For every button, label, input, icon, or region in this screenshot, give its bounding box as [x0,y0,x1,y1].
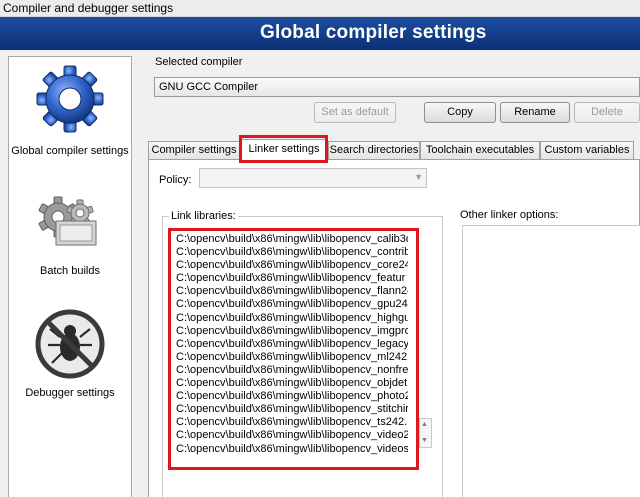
tab-toolchain-executables[interactable]: Toolchain executables [420,141,540,159]
sidebar-item-label: Debugger settings [25,387,115,399]
compiler-select[interactable]: GNU GCC Compiler [154,77,640,97]
link-libraries-label: Link libraries: [169,210,238,222]
gear-icon [36,65,104,133]
linker-tab-highlight [239,135,328,163]
settings-window: Compiler and debugger settings Global co… [0,0,640,497]
chevron-down-icon: ▼ [414,172,423,182]
tab-search-directories[interactable]: Search directories [328,141,420,159]
other-linker-options-textarea[interactable] [462,225,640,497]
sidebar-item-batch-builds[interactable]: Batch builds [9,191,131,277]
selected-compiler-label: Selected compiler [155,56,243,68]
sidebar-item-debugger-settings[interactable]: Debugger settings [9,307,131,399]
banner-title: Global compiler settings [260,22,487,43]
settings-tabs: Compiler settings Linker settings Search… [148,139,640,160]
policy-label: Policy: [159,174,192,186]
set-as-default-button[interactable]: Set as default [314,102,396,123]
sidebar-item-global-compiler-settings[interactable]: Global compiler settings [9,63,131,157]
copy-button[interactable]: Copy [424,102,496,123]
header-banner: Global compiler settings [0,17,640,50]
scroll-up-icon[interactable]: ▲ [421,421,428,429]
batch-gears-icon [38,196,97,246]
sidebar-item-label: Global compiler settings [11,145,129,157]
settings-sidebar: Global compiler settings Batch builds De… [8,56,132,497]
sidebar-item-label: Batch builds [40,265,100,277]
compiler-select-value: GNU GCC Compiler [159,81,259,93]
policy-select[interactable]: ▼ [199,168,427,188]
tab-custom-variables[interactable]: Custom variables [540,141,634,159]
rename-button[interactable]: Rename [500,102,570,123]
other-linker-options-label: Other linker options: [458,209,561,221]
delete-button[interactable]: Delete [574,102,640,123]
window-title: Compiler and debugger settings [3,1,174,15]
tab-compiler-settings[interactable]: Compiler settings [148,141,240,159]
link-libraries-scrollbar[interactable]: ▲ ▼ [419,418,432,448]
debugger-bug-icon [35,309,105,379]
link-libraries-highlight [168,228,419,470]
window-titlebar: Compiler and debugger settings [0,0,640,17]
scroll-down-icon[interactable]: ▼ [421,437,428,445]
